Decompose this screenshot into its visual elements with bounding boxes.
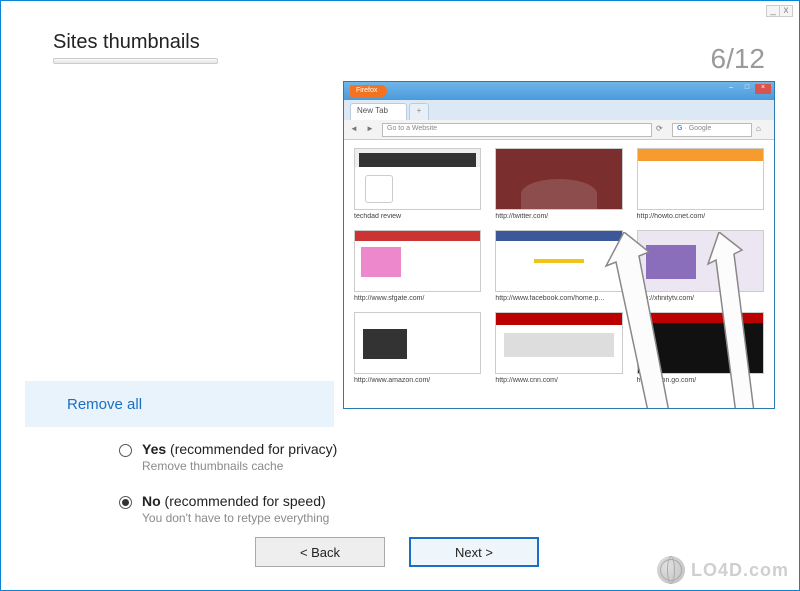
close-button[interactable]: x: [779, 5, 793, 17]
question-band: Remove all: [25, 381, 334, 427]
preview-addressbar: ◄ ► Go to a Website ⟳ G · Google ⌂: [344, 120, 774, 140]
site-thumb: http://xfinitytv.com/: [637, 230, 764, 302]
forward-icon: ►: [366, 124, 378, 136]
option-yes-text: Yes (recommended for privacy) Remove thu…: [142, 441, 337, 473]
preview-min-icon: –: [723, 84, 739, 94]
home-icon: ⌂: [756, 124, 768, 136]
option-yes[interactable]: Yes (recommended for privacy) Remove thu…: [119, 441, 337, 473]
site-thumb: techdad review: [354, 148, 481, 220]
site-thumb: http://www.amazon.com/: [354, 312, 481, 384]
site-thumb: http://howto.cnet.com/: [637, 148, 764, 220]
site-thumb: http://www.cnn.com/: [495, 312, 622, 384]
question-label: Remove all: [67, 396, 142, 413]
step-counter: 6/12: [711, 43, 766, 75]
site-thumb: http://www.sfgate.com/: [354, 230, 481, 302]
preview-tabbar: New Tab +: [344, 100, 774, 120]
preview-tab-newtab: New Tab: [350, 103, 407, 120]
site-thumb: http://twitter.com/: [495, 148, 622, 220]
window-controls: _ x: [767, 5, 793, 17]
preview-window-buttons: – □ ×: [723, 84, 771, 94]
title-underline: [53, 58, 218, 64]
browser-preview: Firefox – □ × New Tab + ◄ ► Go to a Webs…: [343, 81, 775, 409]
radio-yes[interactable]: [119, 444, 132, 457]
options-group: Yes (recommended for privacy) Remove thu…: [119, 441, 337, 545]
watermark-text: LO4D.com: [691, 560, 789, 581]
firefox-badge: Firefox: [350, 85, 387, 97]
back-button[interactable]: < Back: [255, 537, 385, 567]
watermark: LO4D.com: [657, 556, 789, 584]
page-title: Sites thumbnails: [53, 31, 775, 54]
option-no[interactable]: No (recommended for speed) You don't hav…: [119, 493, 337, 525]
preview-close-icon: ×: [755, 84, 771, 94]
content-area: Sites thumbnails 6/12 Firefox – □ × New …: [25, 31, 775, 566]
globe-icon: [657, 556, 685, 584]
preview-search-field: G · Google: [672, 123, 752, 137]
minimize-button[interactable]: _: [766, 5, 780, 17]
option-no-text: No (recommended for speed) You don't hav…: [142, 493, 329, 525]
site-thumb: http://www.facebook.com/home.p...: [495, 230, 622, 302]
thumbnail-grid: techdad review http://twitter.com/ http:…: [354, 148, 764, 384]
site-thumb: http://espn.go.com/: [637, 312, 764, 384]
preview-body: techdad review http://twitter.com/ http:…: [344, 140, 774, 408]
back-icon: ◄: [350, 124, 362, 136]
next-button[interactable]: Next >: [409, 537, 539, 567]
preview-newtab-button: +: [409, 103, 429, 120]
radio-no[interactable]: [119, 496, 132, 509]
wizard-nav: < Back Next >: [255, 537, 539, 567]
reload-icon: ⟳: [656, 124, 668, 136]
preview-titlebar: Firefox – □ ×: [344, 82, 774, 100]
preview-url-field: Go to a Website: [382, 123, 652, 137]
preview-max-icon: □: [739, 84, 755, 94]
app-window: _ x Sites thumbnails 6/12 Firefox – □ × …: [0, 0, 800, 591]
